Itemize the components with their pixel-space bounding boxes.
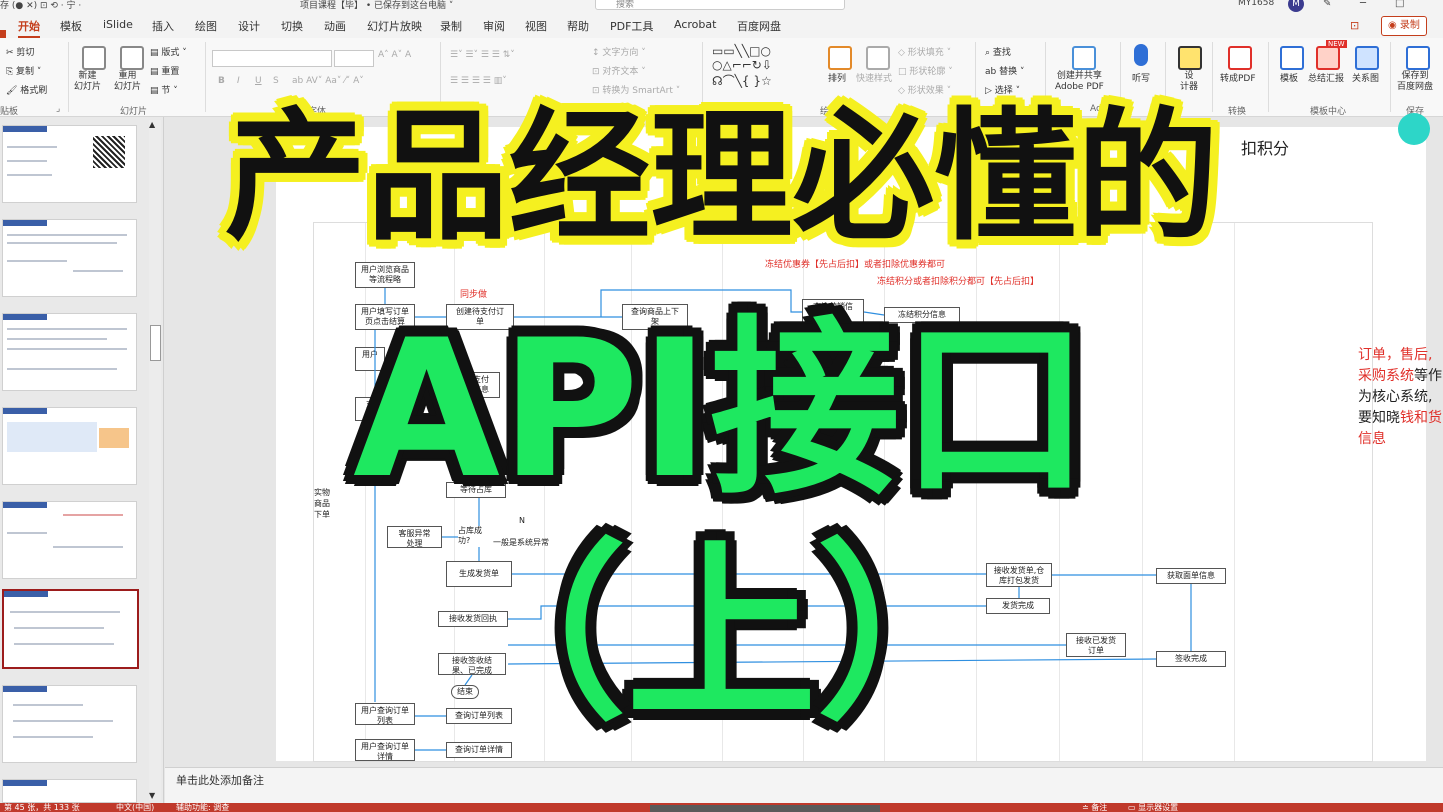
tab-view[interactable]: 视图 xyxy=(525,18,547,34)
arrange-icon[interactable] xyxy=(828,46,852,70)
user-id: MY1658 xyxy=(1238,0,1275,8)
tab-template[interactable]: 模板 xyxy=(60,18,82,34)
adobe-pdf-icon[interactable] xyxy=(1072,46,1096,70)
bullets-icon[interactable]: ☰˅ ☰˅ ☰ ☰ ⇅˅ xyxy=(450,50,515,60)
language-status[interactable]: 中文(中国) xyxy=(116,803,154,812)
tab-record[interactable]: 录制 xyxy=(440,18,462,34)
notes-pane[interactable]: 单击此处添加备注 xyxy=(165,767,1443,804)
document-title[interactable]: 项目课程【毕】 • 已保存到这台电脑 ˅ xyxy=(300,0,453,11)
section-button[interactable]: ▤ 节 ˅ xyxy=(150,83,178,96)
reuse-slide-button[interactable]: 重用 幻灯片 xyxy=(114,71,141,93)
tab-transitions[interactable]: 切换 xyxy=(281,18,303,34)
italic-button[interactable]: I xyxy=(237,76,240,86)
font-size-select[interactable] xyxy=(334,50,374,67)
convert-pdf-button[interactable]: 转成PDF xyxy=(1220,71,1256,84)
search-input[interactable]: 搜索 xyxy=(595,0,845,10)
display-settings[interactable]: ▭ 显示器设置 xyxy=(1128,803,1178,812)
text-direction-button[interactable]: ↕ 文字方向 ˅ xyxy=(592,45,646,58)
slide-position: 第 45 张，共 133 张 xyxy=(4,803,80,812)
align-text-button[interactable]: ⊡ 对齐文本 ˅ xyxy=(592,64,646,77)
overlay-title-line3: （上） xyxy=(436,524,1007,745)
notes-toggle[interactable]: ≐ 备注 xyxy=(1082,803,1107,812)
align-icon[interactable]: ☰ ☰ ☰ ☰ ▥˅ xyxy=(450,76,507,86)
tab-review[interactable]: 审阅 xyxy=(483,18,505,34)
format-painter-button[interactable]: 🖌 格式刷 xyxy=(6,83,47,96)
strike-button[interactable]: S xyxy=(273,76,279,86)
create-adobe-pdf-button[interactable]: 创建并共享 Adobe PDF xyxy=(1055,71,1104,93)
taskbar-strip xyxy=(650,805,880,812)
comment-icon[interactable]: ⊡ xyxy=(1350,19,1359,32)
layout-button[interactable]: ▤ 版式 ˅ xyxy=(150,45,187,58)
cut-button[interactable]: ✂ 剪切 xyxy=(6,45,34,58)
grow-font-icon[interactable]: A˄ A˅ A xyxy=(378,50,411,60)
relation-chart-button[interactable]: 关系图 xyxy=(1352,71,1379,84)
arrange-button[interactable]: 排列 xyxy=(828,71,846,84)
template-button[interactable]: 模板 xyxy=(1280,71,1298,84)
bold-button[interactable]: B xyxy=(218,76,225,86)
new-slide-button[interactable]: 新建 幻灯片 xyxy=(74,71,101,93)
summary-icon[interactable] xyxy=(1316,46,1340,70)
summary-report-button[interactable]: 总结汇报 xyxy=(1308,71,1344,84)
ribbon-tabs: 开始 模板 iSlide 插入 绘图 设计 切换 动画 幻灯片放映 录制 审阅 … xyxy=(0,12,1443,50)
reuse-slide-icon[interactable] xyxy=(120,46,144,70)
title-bar: 存 (● ✕) ⊡ ⟲ · 宁 · 项目课程【毕】 • 已保存到这台电脑 ˅ 搜… xyxy=(0,0,1443,12)
microphone-icon[interactable] xyxy=(1134,44,1148,66)
tab-insert[interactable]: 插入 xyxy=(152,18,174,34)
tab-design[interactable]: 设计 xyxy=(238,18,260,34)
tab-slideshow[interactable]: 幻灯片放映 xyxy=(367,18,422,34)
relation-icon[interactable] xyxy=(1355,46,1379,70)
tab-help[interactable]: 帮助 xyxy=(567,18,589,34)
new-slide-icon[interactable] xyxy=(82,46,106,70)
tab-baidu[interactable]: 百度网盘 xyxy=(737,18,781,34)
calculator-button[interactable]: 设 计器 xyxy=(1180,71,1198,93)
record-button[interactable]: ◉ 录制 xyxy=(1381,16,1427,36)
convert-pdf-icon[interactable] xyxy=(1228,46,1252,70)
shapes-gallery[interactable]: ▭▭╲╲□○ ○△⌐⌐↻⇩ ☊⌒╲{ }☆ xyxy=(712,44,772,89)
overlay-title-line1: 产品经理必懂的 xyxy=(224,95,1219,260)
reset-button[interactable]: ▤ 重置 xyxy=(150,64,179,77)
overlay-title-line2: API接口 xyxy=(353,299,1090,520)
shape-fill-button[interactable]: ◇ 形状填充 ˅ xyxy=(898,45,951,58)
spacing-icon[interactable]: ab AV˅ Aa˅ ⁄˅ A˅ xyxy=(292,76,364,86)
tab-pdf-tools[interactable]: PDF工具 xyxy=(610,18,653,34)
avatar[interactable]: M xyxy=(1288,0,1304,12)
minimize-icon[interactable]: ─ xyxy=(1360,0,1366,9)
baidu-cloud-icon[interactable] xyxy=(1406,46,1430,70)
replace-button[interactable]: ab 替换 ˅ xyxy=(985,64,1024,77)
underline-button[interactable]: U xyxy=(255,76,262,86)
slide-thumbnail[interactable] xyxy=(2,779,137,803)
quick-style-icon[interactable] xyxy=(866,46,890,70)
pen-icon[interactable]: ✎ xyxy=(1323,0,1331,9)
save-baidu-button[interactable]: 保存到 百度网盘 xyxy=(1397,71,1433,93)
scroll-down-icon[interactable]: ▼ xyxy=(149,791,155,800)
copy-button[interactable]: ⎘ 复制 ˅ xyxy=(6,64,41,77)
tab-animations[interactable]: 动画 xyxy=(324,18,346,34)
accessibility-status[interactable]: 辅助功能: 调查 xyxy=(176,803,229,812)
notes-placeholder: 单击此处添加备注 xyxy=(176,774,264,787)
calculator-icon[interactable] xyxy=(1178,46,1202,70)
font-name-select[interactable] xyxy=(212,50,332,67)
find-button[interactable]: ⌕ 查找 xyxy=(985,45,1011,58)
shape-outline-button[interactable]: □ 形状轮廓 ˅ xyxy=(898,64,953,77)
quick-style-button[interactable]: 快速样式 xyxy=(856,71,892,84)
tab-acrobat[interactable]: Acrobat xyxy=(674,18,716,31)
tab-home[interactable]: 开始 xyxy=(18,18,40,38)
new-badge: NEW xyxy=(1326,40,1347,48)
template-icon[interactable] xyxy=(1280,46,1304,70)
tab-islide[interactable]: iSlide xyxy=(103,18,133,31)
tab-draw[interactable]: 绘图 xyxy=(195,18,217,34)
dictate-button[interactable]: 听写 xyxy=(1132,71,1150,84)
maximize-icon[interactable]: □ xyxy=(1395,0,1404,9)
quick-access-toolbar[interactable]: 存 (● ✕) ⊡ ⟲ · 宁 · xyxy=(0,0,81,11)
